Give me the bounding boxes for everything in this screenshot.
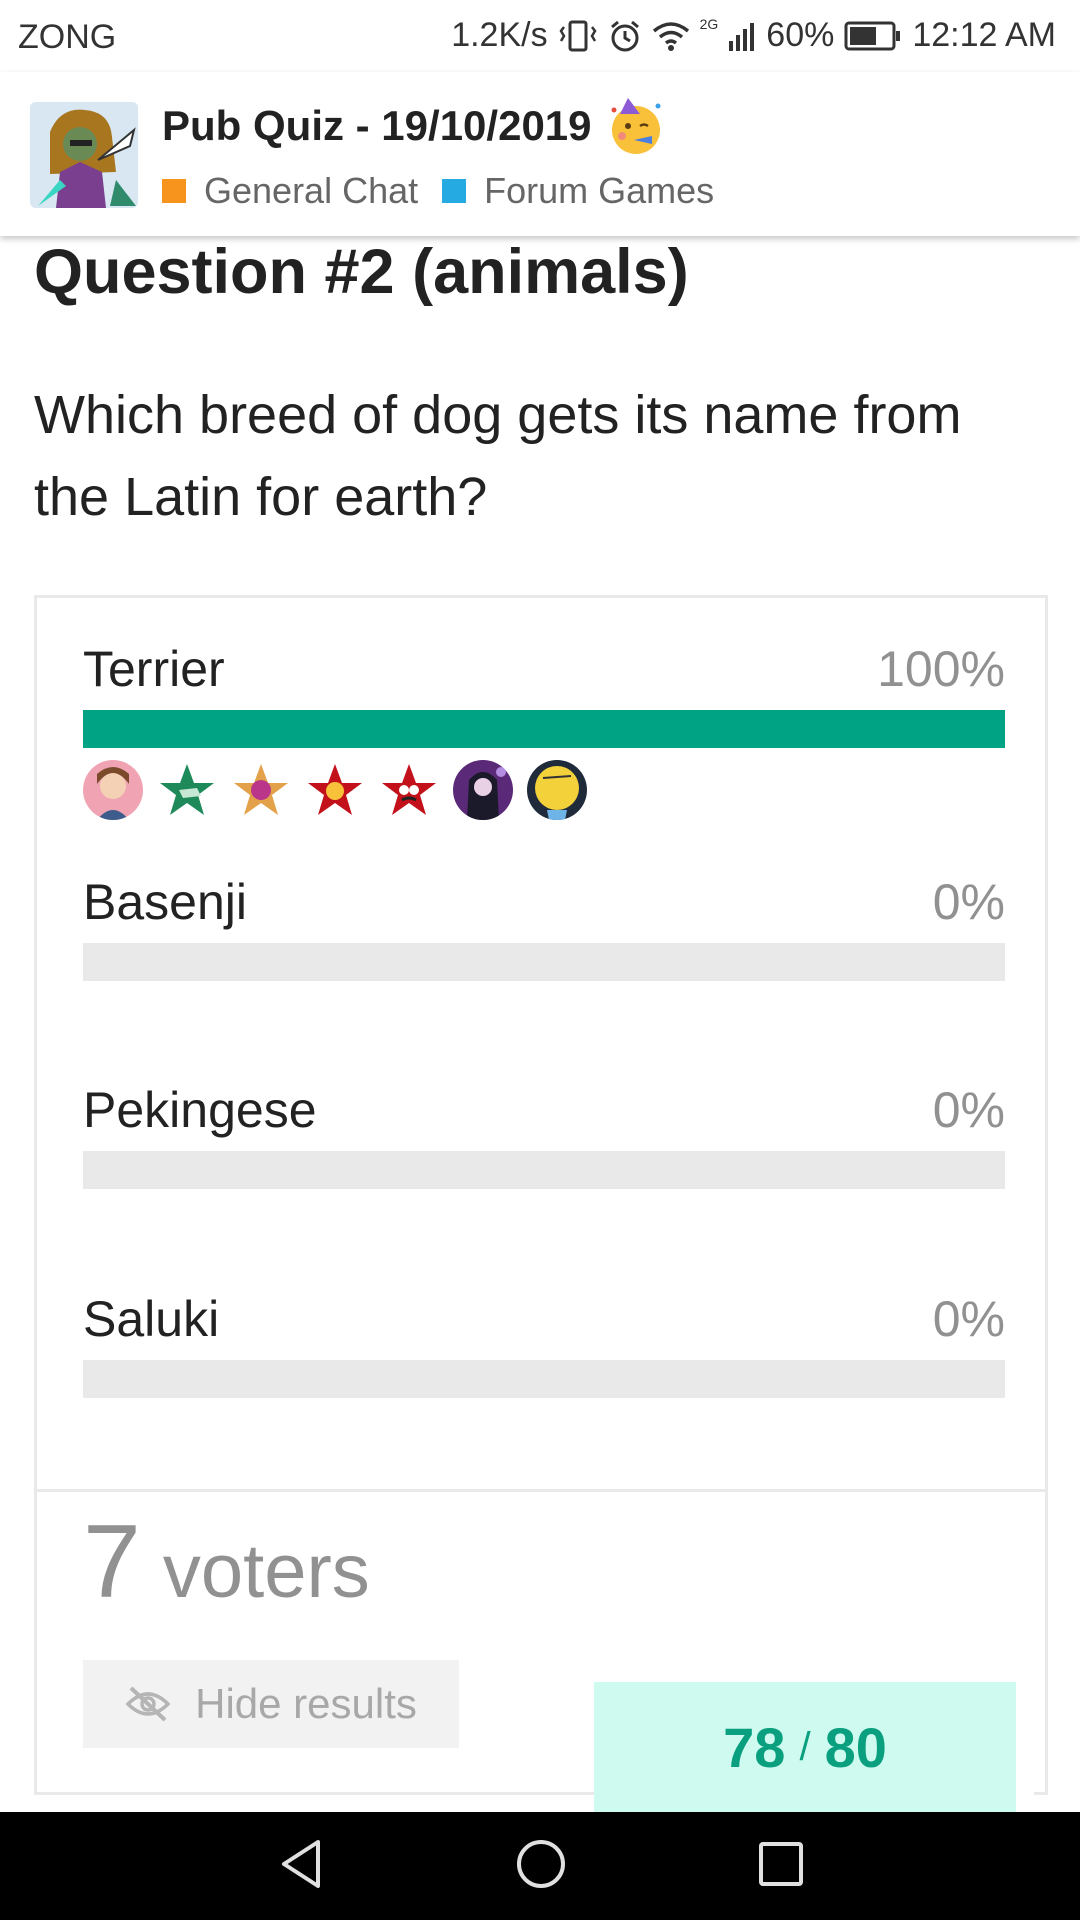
progress-current: 78 (723, 1715, 786, 1779)
poll-option-bar (83, 1151, 1005, 1189)
question-heading: Question #2 (animals) (34, 237, 689, 307)
category-breadcrumb: General Chat Forum Games (162, 170, 738, 212)
poll-option-label: Pekingese (83, 1082, 317, 1138)
voter-avatar[interactable] (527, 760, 587, 820)
system-nav-bar (0, 1812, 1080, 1920)
clock: 12:12 AM (912, 16, 1056, 54)
voter-avatar[interactable] (453, 760, 513, 820)
status-bar: ZONG 1.2K/s 2G 60% 12:12 AM (0, 0, 1080, 72)
poll-option-percent: 0% (932, 1291, 1005, 1347)
party-face-icon (611, 98, 661, 154)
hide-results-label: Hide results (195, 1680, 417, 1727)
network-type: 2G (699, 15, 719, 32)
voter-count-number: 7 (83, 1504, 141, 1620)
poll: Terrier 100% Basenji 0% Pekingese 0% Sal… (34, 595, 1048, 1795)
question-text: Which breed of dog gets its name from th… (34, 385, 962, 527)
category-color-swatch (162, 179, 186, 203)
home-icon[interactable] (515, 1838, 567, 1890)
back-icon[interactable] (278, 1838, 326, 1890)
network-speed: 1.2K/s (451, 16, 548, 54)
carrier-name: ZONG (18, 18, 117, 56)
poll-option-bar (83, 710, 1005, 748)
progress-separator: / (799, 1724, 811, 1769)
poll-option-label: Basenji (83, 874, 247, 930)
voter-count-label: voters (162, 1529, 370, 1614)
voter-avatar[interactable] (83, 760, 143, 820)
hide-results-button[interactable]: Hide results (83, 1660, 459, 1748)
poll-option-bar-fill (83, 710, 1005, 748)
voter-avatar[interactable] (305, 760, 365, 820)
avatar-image (30, 102, 138, 208)
poll-option-label: Saluki (83, 1291, 220, 1347)
poll-option-percent: 0% (932, 874, 1005, 930)
progress-total: 80 (824, 1715, 887, 1779)
topic-avatar[interactable] (30, 102, 138, 208)
poll-option-percent: 100% (877, 641, 1005, 697)
poll-option-bar (83, 943, 1005, 981)
voter-count: 7 voters (83, 1503, 370, 1622)
voter-avatar[interactable] (379, 760, 439, 820)
category-general-chat[interactable]: General Chat (162, 170, 418, 212)
poll-option-bar (83, 1360, 1005, 1398)
topic-title[interactable]: Pub Quiz - 19/10/2019 (162, 96, 666, 156)
eye-slash-icon (125, 1686, 171, 1722)
battery-percent: 60% (766, 16, 835, 54)
poll-option-label: Terrier (83, 641, 225, 697)
category-label: General Chat (204, 170, 419, 211)
poll-divider (37, 1489, 1045, 1492)
poll-option-percent: 0% (932, 1082, 1005, 1138)
category-forum-games[interactable]: Forum Games (442, 170, 714, 212)
voter-avatar[interactable] (157, 760, 217, 820)
voter-avatars (83, 760, 587, 820)
wifi-icon (652, 21, 689, 51)
status-icons: 1.2K/s 2G 60% 12:12 AM (451, 16, 1056, 55)
voter-avatar[interactable] (231, 760, 291, 820)
recents-icon[interactable] (757, 1838, 805, 1890)
signal-icon (729, 22, 755, 51)
vibrate-icon (559, 20, 597, 51)
topic-progress[interactable]: 78 / 80 (594, 1682, 1034, 1812)
battery-icon (844, 21, 901, 50)
alarm-icon (610, 20, 639, 51)
category-color-swatch (442, 179, 467, 203)
topic-header: Pub Quiz - 19/10/2019 General Chat Forum… (0, 72, 1080, 236)
category-label: Forum Games (484, 170, 715, 211)
topic-title-text: Pub Quiz - 19/10/2019 (162, 102, 592, 149)
